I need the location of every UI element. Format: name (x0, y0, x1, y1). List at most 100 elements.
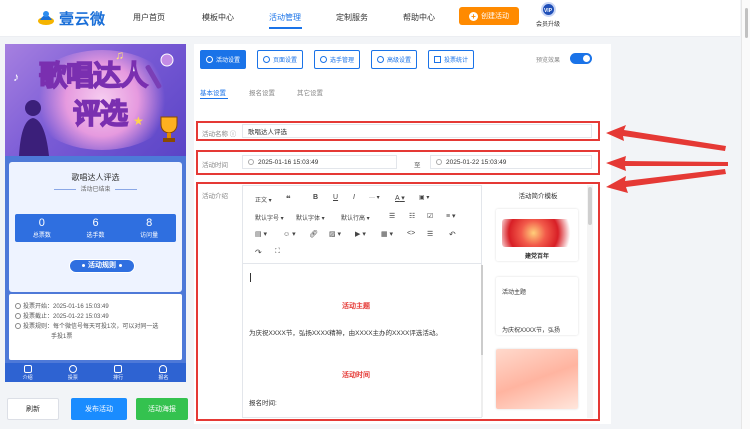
logo-icon (38, 11, 54, 25)
image-icon[interactable]: ▨ ▾ (329, 230, 341, 238)
activity-title: 歌唱达人评选 (71, 173, 120, 182)
font-family-select[interactable]: 默认字体 ▾ (296, 213, 325, 222)
template-panel-title: 活动简介模板 (518, 193, 558, 200)
user-icon (159, 365, 168, 373)
page-scrollbar[interactable] (741, 0, 750, 429)
clock-icon (436, 159, 442, 165)
gear-icon (263, 56, 270, 63)
tab-vote-statistics[interactable]: 投票统计 (428, 50, 475, 69)
background-color-icon[interactable]: ▣ ▾ (419, 194, 429, 201)
template-card-pink[interactable] (496, 349, 578, 409)
tab-activity-settings[interactable]: 活动设置 (200, 50, 247, 69)
template-card-party[interactable]: 建党百年 (496, 209, 578, 261)
content-paragraph-signup: 报名时间: (249, 400, 277, 407)
activity-time-label: 活动时间 (202, 162, 228, 169)
font-size-select[interactable]: 默认字号 ▾ (255, 213, 284, 222)
gear-icon (206, 56, 213, 63)
nav-template-center[interactable]: 模板中心 (202, 12, 234, 23)
emoji-icon[interactable]: ☺ ▾ (283, 230, 296, 238)
preview-toggle[interactable] (570, 53, 592, 64)
publish-activity-button[interactable]: 发布活动 (71, 398, 127, 420)
template-scrollbar[interactable] (587, 185, 593, 418)
line-height-select[interactable]: 默认行高 ▾ (341, 213, 370, 222)
subtab-active-indicator (200, 98, 228, 99)
nav-active-indicator (269, 27, 302, 29)
activity-rules-button[interactable]: 活动规则 (69, 259, 135, 273)
stat-total-votes: 0 总票数 (32, 217, 51, 239)
vote-rule: 投票规则：每个微信号每天可投1次，可以对同一选 (15, 322, 176, 332)
tab-page-settings[interactable]: 页面设置 (257, 50, 304, 69)
preview-body: 歌唱达人评选 活动已结束 0 总票数 6 选手数 8 访问量 活动规则 投票开始… (5, 156, 186, 363)
subtab-other-settings[interactable]: 其它设置 (297, 87, 323, 97)
document-icon (23, 365, 32, 373)
preview-tab-intro[interactable]: 介绍 (5, 363, 50, 382)
trophy-icon (160, 116, 178, 142)
nav-help-center[interactable]: 帮助中心 (403, 12, 435, 23)
preview-tab-vote[interactable]: 投票 (50, 363, 95, 382)
bulleted-list-icon[interactable]: ☰ (389, 212, 395, 220)
banner-title-line2: 评选 (72, 96, 129, 131)
font-color-icon[interactable]: A ▾ (395, 194, 405, 202)
vote-end: 投票截止：2025-01-22 15:03:49 (15, 312, 176, 322)
tab-advanced-settings[interactable]: 高级设置 (371, 50, 418, 69)
stat-contestants: 6 选手数 (86, 217, 105, 239)
singer-silhouette (19, 100, 49, 156)
table-icon[interactable]: ▦ ▾ (381, 230, 393, 238)
italic-icon[interactable]: I (353, 194, 355, 201)
rich-text-editor[interactable]: 正文 ▾ ❝ B U I ··· ▾ A ▾ ▣ ▾ 默认字号 ▾ 默认字体 ▾… (242, 185, 483, 418)
refresh-button[interactable]: 刷新 (7, 398, 59, 420)
template-text: 为庆祝XXXX节，弘扬 (502, 328, 561, 334)
numbered-list-icon[interactable]: ☷ (409, 212, 415, 220)
bold-icon[interactable]: B (313, 194, 318, 201)
vip-upgrade[interactable]: VIP 会员升级 (534, 2, 562, 28)
fullscreen-icon[interactable]: ⛶ (275, 248, 280, 256)
subtab-signup-settings[interactable]: 报名设置 (249, 87, 275, 97)
page-scrollbar-thumb[interactable] (745, 8, 748, 38)
vote-info-box: 投票开始：2025-01-16 15:03:49 投票截止：2025-01-22… (9, 294, 182, 360)
nav-user-home[interactable]: 用户首页 (133, 12, 165, 23)
editor-scrollbar[interactable] (481, 265, 483, 417)
end-time-input[interactable]: 2025-01-22 15:03:49 (430, 155, 592, 169)
activity-name-input[interactable]: 歌唱达人评选 (242, 124, 592, 138)
vote-start: 投票开始：2025-01-16 15:03:49 (15, 302, 176, 312)
link-icon[interactable]: 🔗︎ (309, 230, 318, 238)
info-icon (15, 323, 21, 330)
undo-icon[interactable]: ↶ (449, 230, 456, 239)
create-activity-button[interactable]: + 创建活动 (459, 7, 519, 25)
activity-poster-button[interactable]: 活动海报 (136, 398, 188, 420)
stat-visits: 8 访问量 (140, 217, 159, 239)
template-thumbnail (502, 219, 572, 247)
mobile-preview: ♪ ♫ ★ 歌唱达人 评选 歌唱达人评选 活动已结束 0 总票数 6 选手数 8… (5, 44, 186, 382)
checklist-icon[interactable]: ☑ (427, 212, 433, 220)
quote-icon[interactable]: ❝ (286, 194, 291, 203)
arrow-icon (606, 169, 726, 193)
preview-tab-rank[interactable]: 排行 (96, 363, 141, 382)
start-time-input[interactable]: 2025-01-16 15:03:49 (242, 155, 397, 169)
text-cursor (250, 273, 251, 282)
brand-logo[interactable]: 壹云微 (36, 6, 106, 30)
align-icon[interactable]: ≡ ▾ (446, 212, 456, 220)
nav-custom-service[interactable]: 定制服务 (336, 12, 368, 23)
subtab-basic-settings[interactable]: 基本设置 (200, 87, 226, 97)
preview-tab-signup[interactable]: 报名 (141, 363, 186, 382)
vip-label: 会员升级 (535, 22, 560, 28)
editor-content[interactable]: 活动主题 为庆祝XXXX节，弘扬XXXX精神，由XXXX主办的XXXX评选活动。… (243, 265, 481, 417)
tab-contestant-management[interactable]: 选手管理 (314, 50, 361, 69)
time-separator: 至 (414, 162, 421, 169)
clock-icon (248, 159, 254, 165)
music-note-icon: ♪ (13, 70, 19, 84)
more-icon[interactable]: ··· ▾ (369, 194, 380, 201)
redo-icon[interactable]: ↷ (255, 248, 262, 257)
template-title: 活动主题 (502, 290, 527, 296)
video-icon[interactable]: ▶ ▾ (355, 230, 366, 238)
underline-icon[interactable]: U (333, 194, 338, 201)
activity-card: 歌唱达人评选 活动已结束 0 总票数 6 选手数 8 访问量 活动规则 (9, 162, 182, 292)
paragraph-style-select[interactable]: 正文 ▾ (255, 195, 272, 204)
brand-name: 壹云微 (59, 10, 106, 28)
plus-icon: + (469, 11, 478, 21)
nav-activity-management[interactable]: 活动管理 (269, 12, 301, 23)
indent-icon[interactable]: ▤ ▾ (255, 230, 267, 238)
template-card-text[interactable]: 活动主题 为庆祝XXXX节，弘扬 (496, 277, 578, 335)
divider-icon[interactable]: ☰ (427, 230, 433, 238)
code-icon[interactable]: <> (407, 230, 415, 237)
